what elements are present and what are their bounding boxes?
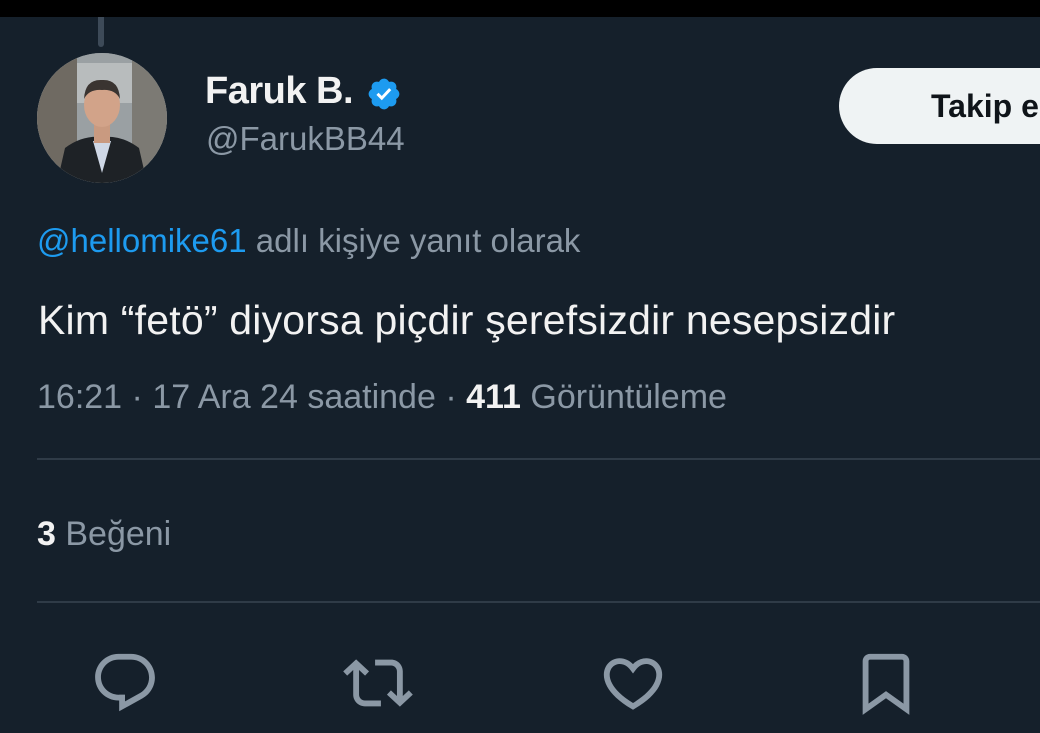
reply-icon [95,653,155,712]
bookmark-button[interactable] [851,648,921,718]
tweet-text: Kim “fetö” diyorsa piçdir şerefsizdir ne… [38,297,896,343]
thread-connector-line [98,17,104,47]
meta-separator: · [122,378,153,416]
meta-separator: · [435,378,467,416]
tweet-meta: 16:21 · 17 Ara 24 saatinde · 411 Görüntü… [37,378,727,417]
retweet-button[interactable] [343,648,413,718]
display-name[interactable]: Faruk B. [205,70,354,113]
status-bar [0,0,1040,17]
reply-mention-link[interactable]: @hellomike61 [37,222,247,259]
tweet-date[interactable]: 17 Ara 24 saatinde [152,378,436,416]
reply-context: @hellomike61 adlı kişiye yanıt olarak [37,222,580,260]
bookmark-icon [862,653,910,715]
avatar[interactable] [37,53,167,183]
like-button[interactable] [598,648,668,718]
likes-count: 3 [37,515,56,553]
views-count: 411 [466,378,521,416]
views-label: Görüntüleme [520,378,727,416]
reply-button[interactable] [90,648,160,718]
retweet-icon [343,659,413,707]
likes-stat[interactable]: 3 Beğeni [37,515,171,554]
verified-badge-icon [368,78,400,110]
reply-context-label: adlı kişiye yanıt olarak [246,222,581,259]
likes-label: Beğeni [55,515,172,553]
heart-icon [603,658,663,710]
divider [37,601,1040,603]
tweet-time[interactable]: 16:21 [37,378,122,416]
user-handle[interactable]: @FarukBB44 [206,120,405,158]
divider [37,458,1040,460]
follow-button[interactable]: Takip e [839,68,1040,144]
